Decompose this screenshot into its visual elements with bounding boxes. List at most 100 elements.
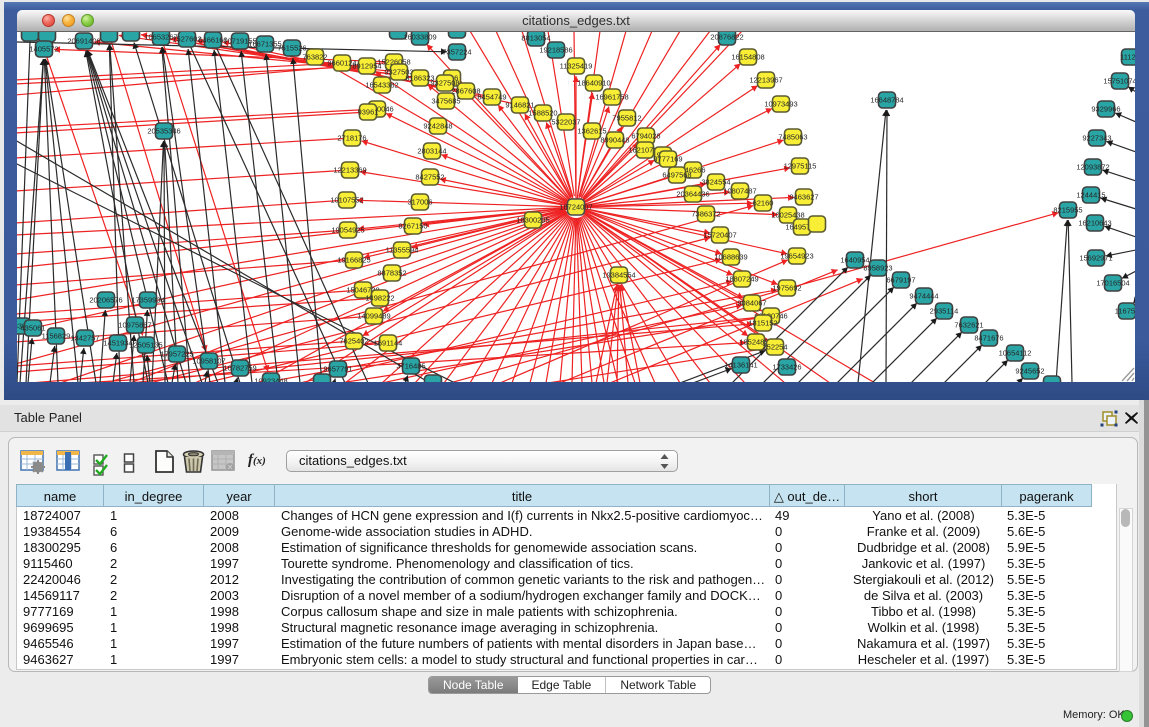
svg-text:8813054: 8813054 xyxy=(521,34,550,43)
svg-text:11325419: 11325419 xyxy=(560,62,593,71)
svg-text:1244415: 1244415 xyxy=(1076,191,1105,200)
svg-text:10025438: 10025438 xyxy=(771,211,804,220)
svg-text:17957225: 17957225 xyxy=(160,350,193,359)
svg-text:1362615: 1362615 xyxy=(577,127,606,136)
svg-text:3475685: 3475685 xyxy=(431,97,460,106)
svg-text:116753: 116753 xyxy=(1115,307,1135,316)
svg-text:1451934: 1451934 xyxy=(103,339,132,348)
svg-text:20535346: 20535346 xyxy=(147,127,180,136)
svg-text:6679197: 6679197 xyxy=(886,276,915,285)
svg-text:19054925: 19054925 xyxy=(331,226,364,235)
svg-text:11124: 11124 xyxy=(1120,53,1135,62)
svg-text:763822: 763822 xyxy=(302,53,327,62)
svg-text:10973493: 10973493 xyxy=(764,100,797,109)
svg-text:2935114: 2935114 xyxy=(930,307,959,316)
svg-text:9084067: 9084067 xyxy=(737,299,766,308)
svg-text:20364436: 20364436 xyxy=(676,190,709,199)
svg-text:20206576: 20206576 xyxy=(89,296,122,305)
svg-text:10107552: 10107552 xyxy=(330,196,363,205)
svg-text:16154808: 16154808 xyxy=(731,53,764,62)
svg-text:2867608: 2867608 xyxy=(451,87,480,96)
svg-text:16648784: 16648784 xyxy=(870,96,903,105)
svg-text:8958923: 8958923 xyxy=(863,264,892,273)
svg-text:7357224: 7357224 xyxy=(442,48,471,57)
svg-text:7632621: 7632621 xyxy=(954,321,983,330)
svg-text:19384554: 19384554 xyxy=(602,271,635,280)
svg-text:7625402: 7625402 xyxy=(339,337,368,346)
svg-text:8990448: 8990448 xyxy=(600,136,629,145)
svg-text:16961758: 16961758 xyxy=(595,93,628,102)
svg-text:3716485: 3716485 xyxy=(396,362,425,371)
svg-text:1498222: 1498222 xyxy=(365,294,394,303)
svg-text:9777169: 9777169 xyxy=(653,155,682,164)
svg-text:9657791: 9657791 xyxy=(323,365,352,374)
svg-text:12213967: 12213967 xyxy=(749,76,782,85)
svg-text:62160: 62160 xyxy=(753,199,774,208)
svg-text:9474444: 9474444 xyxy=(909,292,938,301)
svg-text:16782759: 16782759 xyxy=(223,364,256,373)
svg-text:1156829: 1156829 xyxy=(42,332,71,341)
svg-text:15720407: 15720407 xyxy=(703,231,736,240)
svg-text:7515526: 7515526 xyxy=(277,44,306,53)
svg-text:6497568: 6497568 xyxy=(662,171,691,180)
svg-text:1691144: 1691144 xyxy=(374,339,403,348)
svg-text:11355594: 11355594 xyxy=(386,246,419,255)
svg-text:8215955: 8215955 xyxy=(1053,206,1082,215)
svg-text:10975887: 10975887 xyxy=(118,321,151,330)
svg-text:7386372: 7386372 xyxy=(691,210,720,219)
svg-text:93961: 93961 xyxy=(358,108,379,117)
svg-text:3824554: 3824554 xyxy=(701,178,730,187)
svg-text:9242848: 9242848 xyxy=(423,122,452,131)
svg-text:2718176: 2718176 xyxy=(337,134,366,143)
svg-text:10688639: 10688639 xyxy=(714,253,747,262)
svg-text:1975692: 1975692 xyxy=(772,284,801,293)
svg-text:8878352: 8878352 xyxy=(377,269,406,278)
svg-text:15692971: 15692971 xyxy=(1079,254,1112,263)
svg-text:20691406: 20691406 xyxy=(67,37,100,46)
svg-text:8267150: 8267150 xyxy=(398,222,427,231)
svg-text:19654923: 19654923 xyxy=(780,252,813,261)
svg-text:1527602: 1527602 xyxy=(172,35,201,44)
svg-text:20876822: 20876822 xyxy=(710,33,743,42)
svg-text:14136141: 14136141 xyxy=(724,361,757,370)
svg-text:5322037: 5322037 xyxy=(551,118,580,127)
svg-text:12093872: 12093872 xyxy=(1076,163,1109,172)
svg-text:1342757: 1342757 xyxy=(70,334,99,343)
svg-text:7955812: 7955812 xyxy=(612,114,641,123)
svg-text:10654112: 10654112 xyxy=(999,349,1032,358)
svg-text:1815152: 1815152 xyxy=(748,319,777,328)
svg-text:15751074: 15751074 xyxy=(1103,77,1135,86)
svg-text:7485063: 7485063 xyxy=(778,133,807,142)
svg-text:18300295: 18300295 xyxy=(516,216,549,225)
svg-text:19166825: 19166825 xyxy=(337,256,370,265)
svg-text:9245652: 9245652 xyxy=(1015,367,1044,376)
svg-text:8454749: 8454749 xyxy=(477,93,506,102)
svg-text:317006: 317006 xyxy=(407,198,432,207)
svg-text:18807249: 18807249 xyxy=(725,275,758,284)
svg-text:12505135: 12505135 xyxy=(129,341,162,350)
svg-text:10807487: 10807487 xyxy=(723,187,756,196)
svg-text:19218586: 19218586 xyxy=(539,46,572,55)
svg-text:17359934: 17359934 xyxy=(131,296,164,305)
svg-text:18724007: 18724007 xyxy=(559,203,592,212)
svg-text:18640910: 18640910 xyxy=(577,79,610,88)
svg-text:12213369: 12213369 xyxy=(333,166,366,175)
svg-text:14099489: 14099489 xyxy=(357,312,390,321)
svg-text:2803144: 2803144 xyxy=(417,147,446,156)
svg-text:16210643: 16210643 xyxy=(1078,219,1111,228)
svg-text:8427552: 8427552 xyxy=(415,173,444,182)
svg-text:16033809: 16033809 xyxy=(403,33,436,42)
svg-text:10923448: 10923448 xyxy=(254,377,287,383)
svg-text:12975115: 12975115 xyxy=(784,162,817,171)
svg-text:9329966: 9329966 xyxy=(1091,105,1120,114)
svg-text:8471676: 8471676 xyxy=(974,334,1003,343)
svg-text:1405572: 1405572 xyxy=(29,45,58,54)
svg-text:1588520: 1588520 xyxy=(528,109,557,118)
svg-text:9227343: 9227343 xyxy=(1082,134,1111,143)
svg-text:252254: 252254 xyxy=(762,343,787,352)
svg-text:1733426: 1733426 xyxy=(772,363,801,372)
svg-text:6794028: 6794028 xyxy=(631,132,660,141)
svg-text:17016504: 17016504 xyxy=(1096,279,1129,288)
svg-text:9463627: 9463627 xyxy=(789,193,818,202)
svg-text:10958107: 10958107 xyxy=(192,357,225,366)
